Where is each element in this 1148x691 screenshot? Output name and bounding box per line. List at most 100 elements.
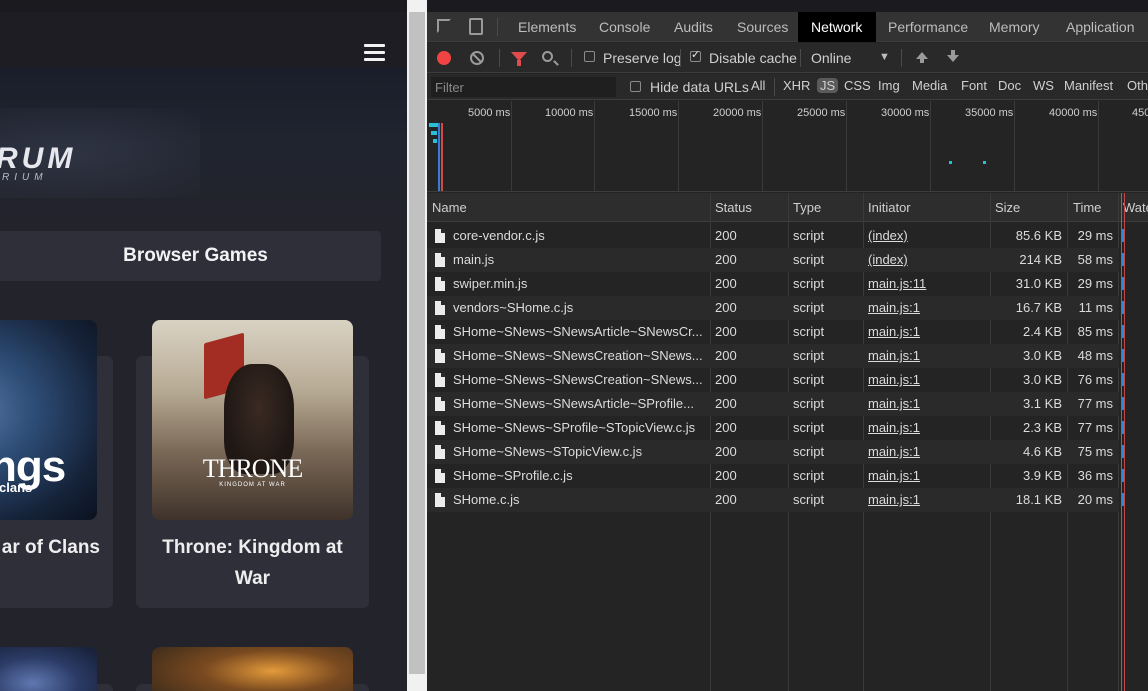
- disable-cache-label[interactable]: Disable cache: [709, 50, 797, 66]
- timeline-marker: [431, 131, 437, 135]
- game-card[interactable]: THRONE KINGDOM AT WAR Throne: Kingdom at…: [136, 320, 369, 608]
- request-initiator[interactable]: main.js:1: [868, 300, 986, 315]
- request-initiator[interactable]: main.js:1: [868, 444, 986, 459]
- game-title[interactable]: Throne: Kingdom at War: [152, 532, 353, 594]
- game-thumbnail[interactable]: [152, 647, 353, 691]
- tab-elements[interactable]: Elements: [518, 12, 576, 42]
- filter-type-css[interactable]: CSS: [844, 78, 871, 93]
- hide-data-urls-label[interactable]: Hide data URLs: [650, 79, 749, 95]
- waterfall-dom-line: [1124, 193, 1125, 691]
- request-row[interactable]: SHome~SNews~SNewsCreation~SNews... 200 scr…: [427, 368, 1125, 392]
- clear-icon[interactable]: [470, 51, 484, 65]
- request-name[interactable]: SHome~SNews~SNewsCreation~SNews...: [453, 372, 705, 387]
- request-name[interactable]: SHome~SNews~SNewsArticle~SProfile...: [453, 396, 705, 411]
- request-name[interactable]: vendors~SHome.c.js: [453, 300, 705, 315]
- filter-type-ws[interactable]: WS: [1033, 78, 1054, 93]
- script-file-icon: [435, 445, 445, 459]
- request-initiator[interactable]: (index): [868, 252, 986, 267]
- request-type: script: [793, 468, 825, 483]
- column-status[interactable]: Status: [715, 200, 752, 215]
- column-time[interactable]: Time: [1073, 200, 1101, 215]
- request-initiator[interactable]: (index): [868, 228, 986, 243]
- request-name[interactable]: swiper.min.js: [453, 276, 705, 291]
- filter-type-manifest[interactable]: Manifest: [1064, 78, 1113, 93]
- game-thumbnail[interactable]: ngs clans: [0, 320, 97, 520]
- filter-type-media[interactable]: Media: [912, 78, 947, 93]
- hamburger-menu-icon[interactable]: [364, 44, 385, 62]
- request-row[interactable]: SHome~SNews~SNewsArticle~SNewsCr... 200 sc…: [427, 320, 1125, 344]
- column-initiator[interactable]: Initiator: [868, 200, 911, 215]
- site-logo[interactable]: RUM: [0, 142, 76, 176]
- scrollbar-thumb[interactable]: [409, 12, 425, 674]
- request-name[interactable]: SHome~SNews~SNewsArticle~SNewsCr...: [453, 324, 705, 339]
- page-scrollbar[interactable]: [407, 0, 427, 691]
- column-type[interactable]: Type: [793, 200, 821, 215]
- preserve-log-label[interactable]: Preserve log: [603, 50, 682, 66]
- request-row[interactable]: SHome~SNews~STopicView.c.js 200 script main…: [427, 440, 1125, 464]
- export-har-icon[interactable]: [947, 50, 959, 62]
- request-size: 18.1 KB: [1015, 492, 1062, 507]
- tab-audits[interactable]: Audits: [674, 12, 713, 42]
- request-row[interactable]: swiper.min.js 200 script main.js:11 31.0 KB 2…: [427, 272, 1125, 296]
- disable-cache-checkbox[interactable]: [690, 48, 701, 62]
- request-name[interactable]: SHome~SNews~SNewsCreation~SNews...: [453, 348, 705, 363]
- request-row[interactable]: SHome.c.js 200 script main.js:1 18.1 KB 20 ms: [427, 488, 1125, 512]
- request-name[interactable]: SHome~SNews~STopicView.c.js: [453, 444, 705, 459]
- request-row[interactable]: SHome~SNews~SProfile~STopicView.c.js 200 s…: [427, 416, 1125, 440]
- request-initiator[interactable]: main.js:1: [868, 324, 986, 339]
- request-row[interactable]: core-vendor.c.js 200 script (index) 85.6 KB 2…: [427, 224, 1125, 248]
- request-size: 85.6 KB: [1015, 228, 1062, 243]
- request-row[interactable]: SHome~SProfile.c.js 200 script main.js:1 3.9…: [427, 464, 1125, 488]
- filter-type-img[interactable]: Img: [878, 78, 900, 93]
- request-name[interactable]: SHome~SNews~SProfile~STopicView.c.js: [453, 420, 705, 435]
- request-initiator[interactable]: main.js:11: [868, 276, 986, 291]
- throttling-select[interactable]: Online: [811, 50, 851, 66]
- tab-sources[interactable]: Sources: [737, 12, 788, 42]
- request-initiator[interactable]: main.js:1: [868, 420, 986, 435]
- request-name[interactable]: main.js: [453, 252, 705, 267]
- import-har-icon[interactable]: [916, 52, 928, 63]
- filter-type-js[interactable]: JS: [817, 78, 839, 93]
- tab-console[interactable]: Console: [599, 12, 650, 42]
- request-type: script: [793, 276, 825, 291]
- request-initiator[interactable]: main.js:1: [868, 468, 986, 483]
- filter-type-all[interactable]: All: [751, 78, 765, 93]
- request-row[interactable]: SHome~SNews~SNewsArticle~SProfile... 200 s…: [427, 392, 1125, 416]
- inspect-element-icon[interactable]: [437, 19, 451, 33]
- filter-type-doc[interactable]: Doc: [998, 78, 1021, 93]
- request-initiator[interactable]: main.js:1: [868, 492, 986, 507]
- request-initiator[interactable]: main.js:1: [868, 348, 986, 363]
- tab-application[interactable]: Application: [1066, 12, 1135, 42]
- request-row[interactable]: main.js 200 script (index) 214 KB 58 ms: [427, 248, 1125, 272]
- hide-data-urls-checkbox[interactable]: [630, 81, 641, 92]
- request-initiator[interactable]: main.js:1: [868, 372, 986, 387]
- tab-network[interactable]: Network: [798, 12, 876, 42]
- request-name[interactable]: SHome.c.js: [453, 492, 705, 507]
- filter-type-other[interactable]: Oth: [1127, 78, 1148, 93]
- filter-icon[interactable]: [511, 52, 527, 66]
- tab-memory[interactable]: Memory: [989, 12, 1040, 42]
- filter-type-font[interactable]: Font: [961, 78, 987, 93]
- record-icon[interactable]: [437, 51, 451, 65]
- request-name[interactable]: core-vendor.c.js: [453, 228, 705, 243]
- preserve-log-checkbox[interactable]: [584, 51, 595, 62]
- device-toolbar-icon[interactable]: [469, 18, 483, 35]
- column-size[interactable]: Size: [995, 200, 1020, 215]
- game-thumbnail[interactable]: [0, 647, 97, 691]
- request-row[interactable]: SHome~SNews~SNewsCreation~SNews... 200 scr…: [427, 344, 1125, 368]
- game-thumbnail[interactable]: THRONE KINGDOM AT WAR: [152, 320, 353, 520]
- filter-input[interactable]: [431, 77, 616, 97]
- column-name[interactable]: Name: [432, 200, 467, 215]
- tab-performance[interactable]: Performance: [888, 12, 968, 42]
- network-overview-timeline[interactable]: 5000 ms 10000 ms 15000 ms 20000 ms 25000…: [427, 101, 1148, 192]
- search-icon[interactable]: [542, 51, 553, 62]
- request-row[interactable]: vendors~SHome.c.js 200 script main.js:1 16.7…: [427, 296, 1125, 320]
- request-time: 76 ms: [1077, 372, 1113, 387]
- filter-type-xhr[interactable]: XHR: [783, 78, 810, 93]
- game-card[interactable]: ngs clans ar of Clans: [0, 320, 113, 608]
- game-title[interactable]: ar of Clans: [0, 532, 100, 563]
- request-initiator[interactable]: main.js:1: [868, 396, 986, 411]
- chevron-down-icon[interactable]: ▼: [879, 51, 890, 63]
- column-waterfall[interactable]: Wate: [1123, 200, 1148, 215]
- request-name[interactable]: SHome~SProfile.c.js: [453, 468, 705, 483]
